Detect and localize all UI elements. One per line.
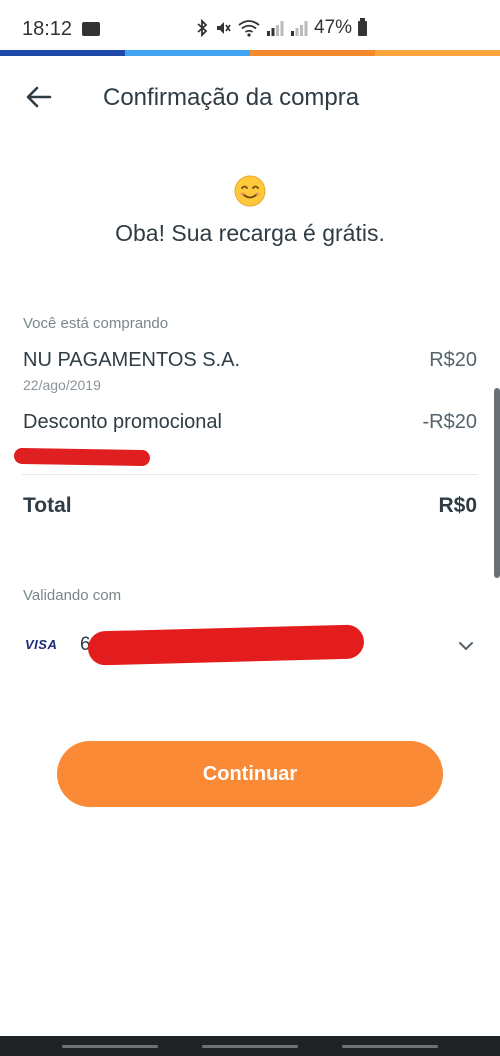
- nav-back-button[interactable]: [342, 1045, 438, 1048]
- payment-section-label: Validando com: [23, 587, 122, 604]
- wifi-icon: [238, 20, 260, 37]
- purchase-section-label: Você está comprando: [23, 315, 169, 332]
- total-value: R$0: [438, 494, 477, 517]
- status-bar: 18:12 47%: [0, 0, 500, 56]
- battery-percentage: 47%: [314, 17, 353, 38]
- smiling-face-icon: [234, 175, 266, 207]
- arrow-left-icon[interactable]: [24, 82, 54, 112]
- signal-icon-1: [267, 21, 284, 36]
- chevron-down-icon[interactable]: [456, 636, 476, 656]
- bluetooth-icon: [197, 19, 208, 37]
- strip-segment: [125, 50, 250, 56]
- redaction-mark: [87, 624, 365, 666]
- strip-segment: [375, 50, 500, 56]
- voicemail-icon: [82, 22, 100, 36]
- divider: [22, 474, 478, 475]
- discount-label: Desconto promocional: [23, 411, 222, 433]
- strip-segment: [0, 50, 125, 56]
- scrollbar[interactable]: [494, 388, 500, 578]
- nav-home-button[interactable]: [202, 1045, 298, 1048]
- status-time: 18:12: [22, 18, 73, 40]
- continue-button[interactable]: Continuar: [57, 741, 443, 807]
- strip-segment: [250, 50, 375, 56]
- mute-icon: [217, 22, 231, 34]
- item-date: 22/ago/2019: [23, 377, 101, 393]
- item-value: R$20: [429, 349, 477, 371]
- success-message: Oba! Sua recarga é grátis.: [115, 220, 385, 246]
- brand-color-strip: [0, 50, 500, 56]
- discount-value: -R$20: [422, 411, 477, 433]
- signal-icon-2: [291, 21, 308, 36]
- battery-icon: [358, 17, 368, 36]
- redaction-mark: [13, 447, 151, 467]
- visa-logo: VISA: [25, 637, 58, 652]
- page-title: Confirmação da compra: [103, 84, 360, 111]
- nav-recent-button[interactable]: [62, 1045, 158, 1048]
- system-nav-bar: [0, 1036, 500, 1056]
- status-icons: 47%: [196, 17, 368, 39]
- item-name: NU PAGAMENTOS S.A.: [23, 349, 241, 371]
- total-label: Total: [23, 494, 72, 517]
